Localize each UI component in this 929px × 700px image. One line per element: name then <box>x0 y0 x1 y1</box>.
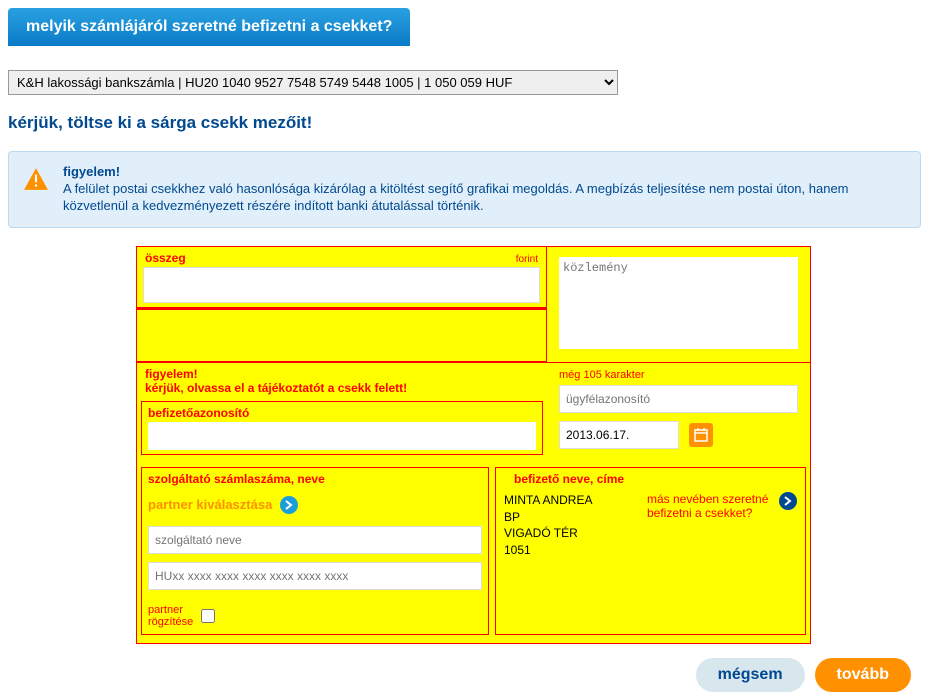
check-form: összeg forint figyelem! kérjük, olvassa … <box>136 246 811 644</box>
payer-id-box: befizetőazonosító <box>141 401 543 455</box>
forint-label: forint <box>516 254 538 265</box>
attention-text: kérjük, olvassa el a tájékoztatót a csek… <box>137 381 547 399</box>
account-select-row: K&H lakossági bankszámla | HU20 1040 952… <box>8 70 921 95</box>
payer-details: MINTA ANDREA BP VIGADÓ TÉR 1051 <box>504 492 592 559</box>
cancel-button[interactable]: mégsem <box>696 658 805 692</box>
customer-id-input[interactable] <box>559 385 798 413</box>
calendar-icon <box>694 428 708 442</box>
left-column: figyelem! kérjük, olvassa el a tájékozta… <box>137 363 547 459</box>
warning-text: A felület postai csekkhez való hasonlósá… <box>63 181 906 215</box>
page-header-banner: melyik számlájáról szeretné befizetni a … <box>8 8 410 46</box>
payer-id-label: befizetőazonosító <box>148 406 536 420</box>
warning-content: figyelem! A felület postai csekkhez való… <box>63 164 906 215</box>
amount-text-box <box>137 307 546 349</box>
arrow-right-icon <box>280 496 298 514</box>
partner-save-row: partner rögzítése <box>148 604 482 628</box>
char-remaining: még 105 karakter <box>559 369 798 381</box>
date-input[interactable] <box>559 421 679 449</box>
warning-box: figyelem! A felület postai csekkhez való… <box>8 151 921 228</box>
payer-box: befizető neve, címe MINTA ANDREA BP VIGA… <box>495 467 806 635</box>
payer-city-line: BP <box>504 509 592 526</box>
payer-street-line: VIGADÓ TÉR <box>504 525 592 542</box>
calendar-button[interactable] <box>689 423 713 447</box>
source-account-select[interactable]: K&H lakossági bankszámla | HU20 1040 952… <box>8 70 618 95</box>
pay-for-other-label: más nevében szeretné befizetni a csekket… <box>647 492 771 520</box>
date-row <box>559 421 798 449</box>
warning-icon <box>23 166 49 195</box>
partner-select-label: partner kiválasztása <box>148 497 272 512</box>
arrow-right-icon <box>779 492 797 510</box>
amount-input[interactable] <box>143 267 540 303</box>
memo-textarea[interactable] <box>559 257 798 349</box>
partner-save-label: partner rögzítése <box>148 604 193 628</box>
check-row-1: összeg forint <box>137 247 810 363</box>
amount-label: összeg <box>145 251 186 265</box>
partner-select-link[interactable]: partner kiválasztása <box>148 496 482 514</box>
payer-box-header: befizető neve, címe <box>504 472 797 488</box>
warning-title: figyelem! <box>63 164 906 179</box>
right-column: még 105 karakter <box>547 363 810 459</box>
provider-name-input[interactable] <box>148 526 482 554</box>
attention-title: figyelem! <box>137 363 547 381</box>
section-title: kérjük, töltse ki a sárga csekk mezőit! <box>8 113 921 133</box>
payer-id-input[interactable] <box>148 422 536 450</box>
check-row-3: szolgáltató számlaszáma, neve partner ki… <box>137 467 810 635</box>
provider-box: szolgáltató számlaszáma, neve partner ki… <box>141 467 489 635</box>
pay-for-other-link[interactable]: más nevében szeretné befizetni a csekket… <box>647 492 797 559</box>
footer-buttons: mégsem tovább <box>8 658 921 692</box>
provider-title: szolgáltató számlaszáma, neve <box>148 472 482 486</box>
payer-zip-line: 1051 <box>504 542 592 559</box>
payer-title: befizető neve, címe <box>514 472 624 486</box>
amount-box: összeg forint <box>137 247 547 362</box>
page-header-title: melyik számlájáról szeretné befizetni a … <box>26 18 392 35</box>
check-row-2: figyelem! kérjük, olvassa el a tájékozta… <box>137 363 810 459</box>
partner-save-checkbox[interactable] <box>201 609 215 623</box>
next-button[interactable]: tovább <box>815 658 911 692</box>
payer-name-line: MINTA ANDREA <box>504 492 592 509</box>
memo-box <box>547 247 810 362</box>
provider-account-input[interactable] <box>148 562 482 590</box>
amount-label-row: összeg forint <box>143 251 540 265</box>
